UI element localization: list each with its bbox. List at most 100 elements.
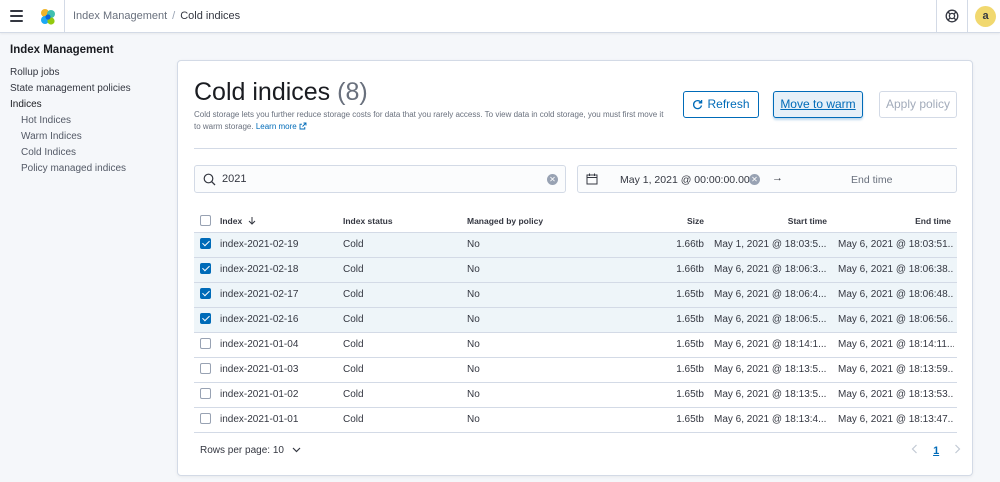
- page-button-1[interactable]: 1: [933, 445, 939, 457]
- breadcrumb-cold-indices: Cold indices: [180, 10, 241, 22]
- size-cell: 1.65tb: [676, 364, 704, 375]
- managed-by-policy-cell: No: [467, 264, 480, 275]
- start-time-cell: May 6, 2021 @ 18:06:4...: [714, 289, 827, 300]
- sidebar-item-policy-managed-indices[interactable]: Policy managed indices: [10, 161, 170, 177]
- column-header-size[interactable]: Size: [624, 209, 704, 233]
- row-checkbox[interactable]: [200, 362, 211, 374]
- column-header-index[interactable]: Index: [220, 209, 335, 233]
- pagination: 1: [911, 444, 961, 457]
- sidebar-item-state-management-policies[interactable]: State management policies: [10, 81, 170, 97]
- search-input[interactable]: 2021 ✕: [194, 165, 566, 193]
- table-body: index-2021-02-19 Cold No 1.66tb May 1, 2021 …: [194, 233, 957, 433]
- header-divider: [936, 0, 937, 33]
- top-header: Index Management / Cold indices a: [0, 0, 1000, 33]
- header-divider: [64, 0, 65, 33]
- index-name-cell: index-2021-01-04: [220, 339, 299, 350]
- index-status-cell: Cold: [343, 239, 364, 250]
- index-name-cell: index-2021-01-02: [220, 389, 299, 400]
- table-row[interactable]: index-2021-02-17 Cold No 1.65tb May 6, 2021 …: [194, 283, 957, 308]
- managed-by-policy-cell: No: [467, 339, 480, 350]
- select-all-checkbox[interactable]: [200, 215, 211, 227]
- row-checkbox-cell[interactable]: [200, 333, 214, 357]
- start-time-cell: May 6, 2021 @ 18:14:1...: [714, 339, 827, 350]
- learn-more-label: Learn more: [255, 122, 297, 131]
- end-time-cell: May 6, 2021 @ 18:06:48...: [838, 289, 954, 300]
- table-row[interactable]: index-2021-02-16 Cold No 1.65tb May 6, 2021 …: [194, 308, 957, 333]
- end-time-cell: May 6, 2021 @ 18:03:51...: [838, 239, 954, 250]
- clear-start-date-icon[interactable]: ✕: [749, 174, 760, 185]
- user-avatar[interactable]: a: [975, 6, 996, 27]
- start-date[interactable]: May 1, 2021 @ 00:00:00.000: [620, 174, 756, 186]
- size-cell: 1.65tb: [676, 389, 704, 400]
- end-date[interactable]: End time: [851, 174, 892, 186]
- arrow-right-icon: →: [772, 172, 783, 184]
- learn-more-link[interactable]: Learn more: [256, 122, 307, 131]
- chevron-right-icon[interactable]: [954, 444, 961, 454]
- managed-by-policy-cell: No: [467, 239, 480, 250]
- table-row[interactable]: index-2021-02-18 Cold No 1.66tb May 6, 2021 …: [194, 258, 957, 283]
- sort-arrow-icon: [248, 217, 255, 225]
- select-all-checkbox-cell[interactable]: [200, 209, 214, 233]
- managed-by-policy-cell: No: [467, 389, 480, 400]
- row-checkbox-cell[interactable]: [200, 308, 214, 332]
- column-header-status[interactable]: Index status: [343, 209, 453, 233]
- index-name-cell: index-2021-02-17: [220, 289, 299, 300]
- row-checkbox[interactable]: [200, 337, 211, 349]
- cold-indices-panel: Cold indices (8) Cold storage lets you f…: [177, 60, 973, 476]
- managed-by-policy-cell: No: [467, 414, 480, 425]
- sidebar-item-warm-indices[interactable]: Warm Indices: [10, 129, 170, 145]
- row-checkbox[interactable]: [200, 312, 211, 324]
- table-row[interactable]: index-2021-01-02 Cold No 1.65tb May 6, 2021 …: [194, 383, 957, 408]
- table-row[interactable]: index-2021-01-01 Cold No 1.65tb May 6, 2021 …: [194, 408, 957, 433]
- help-icon[interactable]: [945, 9, 959, 23]
- external-link-icon: [299, 122, 307, 130]
- column-header-managed[interactable]: Managed by policy: [467, 209, 577, 233]
- date-range-picker[interactable]: May 1, 2021 @ 00:00:00.000 ✕ → End time: [577, 165, 957, 193]
- calendar-icon[interactable]: [586, 173, 598, 185]
- size-cell: 1.65tb: [676, 314, 704, 325]
- row-checkbox-cell[interactable]: [200, 283, 214, 307]
- sidebar-item-rollup-jobs[interactable]: Rollup jobs: [10, 65, 170, 81]
- move-to-warm-button[interactable]: Move to warm: [773, 91, 863, 118]
- row-checkbox[interactable]: [200, 237, 211, 249]
- clear-icon[interactable]: ✕: [547, 174, 558, 185]
- row-checkbox-cell[interactable]: [200, 358, 214, 382]
- size-cell: 1.65tb: [676, 339, 704, 350]
- column-header-start-time[interactable]: Start time: [711, 209, 827, 233]
- refresh-icon: [693, 100, 703, 110]
- indices-table: Index Index status Managed by policy Siz…: [194, 209, 957, 433]
- size-cell: 1.66tb: [676, 239, 704, 250]
- row-checkbox-cell[interactable]: [200, 383, 214, 407]
- row-checkbox-cell[interactable]: [200, 258, 214, 282]
- column-header-index-label: Index: [220, 216, 243, 226]
- breadcrumb-index-management[interactable]: Index Management: [73, 10, 167, 22]
- end-time-cell: May 6, 2021 @ 18:06:56...: [838, 314, 954, 325]
- table-row[interactable]: index-2021-02-19 Cold No 1.66tb May 1, 2021 …: [194, 233, 957, 258]
- sidebar-item-indices[interactable]: Indices: [10, 97, 170, 113]
- chevron-left-icon[interactable]: [911, 444, 918, 454]
- refresh-button[interactable]: Refresh: [683, 91, 759, 118]
- rows-per-page-select[interactable]: Rows per page: 10: [200, 445, 301, 456]
- index-status-cell: Cold: [343, 364, 364, 375]
- row-checkbox[interactable]: [200, 387, 211, 399]
- sidebar-item-cold-indices[interactable]: Cold Indices: [10, 145, 170, 161]
- apply-policy-button[interactable]: Apply policy: [879, 91, 957, 118]
- page-description: Cold storage lets you further reduce sto…: [194, 109, 664, 133]
- table-row[interactable]: index-2021-01-04 Cold No 1.65tb May 6, 2021 …: [194, 333, 957, 358]
- table-row[interactable]: index-2021-01-03 Cold No 1.65tb May 6, 2021 …: [194, 358, 957, 383]
- row-checkbox[interactable]: [200, 287, 211, 299]
- row-checkbox-cell[interactable]: [200, 233, 214, 257]
- index-status-cell: Cold: [343, 264, 364, 275]
- menu-icon[interactable]: [10, 10, 23, 22]
- column-header-end-time[interactable]: End time: [835, 209, 951, 233]
- header-divider: [967, 0, 968, 33]
- elastic-logo-icon[interactable]: [39, 8, 57, 26]
- row-checkbox[interactable]: [200, 262, 211, 274]
- breadcrumb-separator: /: [172, 10, 176, 22]
- divider: [194, 148, 957, 149]
- row-checkbox-cell[interactable]: [200, 408, 214, 432]
- sidebar-nav: Index Management Rollup jobs State manag…: [10, 44, 170, 177]
- row-checkbox[interactable]: [200, 412, 211, 424]
- end-time-cell: May 6, 2021 @ 18:06:38...: [838, 264, 954, 275]
- sidebar-item-hot-indices[interactable]: Hot Indices: [10, 113, 170, 129]
